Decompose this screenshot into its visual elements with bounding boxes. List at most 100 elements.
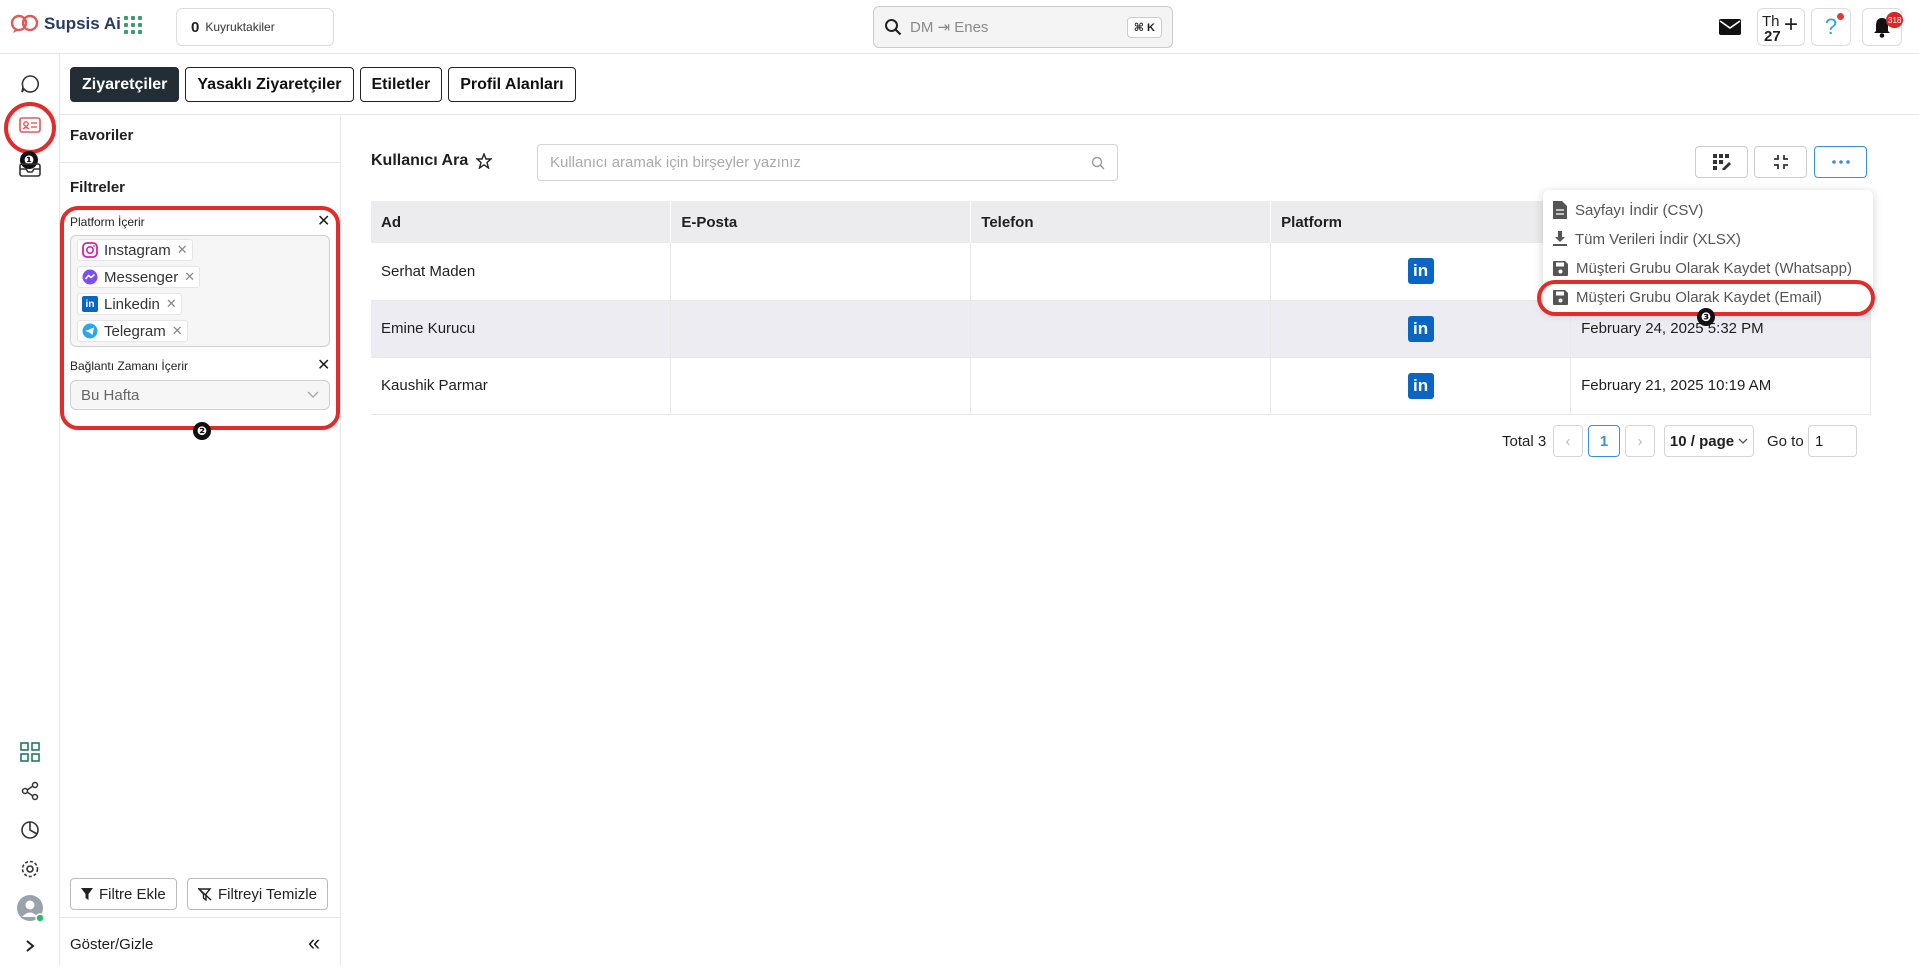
add-filter-button[interactable]: Filtre Ekle (70, 878, 177, 910)
cell-name: Emine Kurucu (371, 300, 672, 358)
filter-panel: Favoriler Filtreler Platform İçerir ✕ In… (60, 115, 341, 965)
nav-share[interactable] (14, 775, 46, 807)
filter-icon (81, 888, 93, 900)
column-header-platform[interactable]: Platform (1270, 201, 1572, 243)
app-logo[interactable]: Supsis Ai (10, 14, 121, 34)
linkedin-icon: in (1407, 258, 1434, 285)
show-hide-toggle[interactable]: Göster/Gizle (70, 936, 153, 953)
compress-icon (1773, 155, 1788, 169)
notifications-button[interactable]: 318 (1862, 8, 1904, 46)
clear-filter-button[interactable]: Filtreyi Temizle (187, 878, 328, 910)
menu-item-download-csv[interactable]: Sayfayı İndir (CSV) (1553, 198, 1703, 222)
queue-label: Kuyruktakiler (205, 20, 275, 34)
next-page-button[interactable]: › (1625, 425, 1655, 457)
menu-item-save-group-whatsapp[interactable]: Müşteri Grubu Olarak Kaydet (Whatsapp) (1553, 256, 1852, 280)
page-size-value: 10 / page (1669, 432, 1735, 450)
table-row[interactable]: Kaushik Parmar in February 21, 2025 10:1… (371, 357, 1871, 415)
column-header-name[interactable]: Ad (371, 201, 672, 243)
cell-phone (970, 357, 1272, 415)
plus-icon: + (1784, 11, 1799, 38)
cell-email (670, 243, 972, 301)
expand-nav-button[interactable] (14, 930, 46, 962)
chat-bubble-icon (21, 75, 39, 93)
page-title: Kullanıcı Ara (371, 152, 469, 169)
app-name: Supsis Ai (44, 14, 121, 33)
gear-icon (21, 860, 39, 878)
nav-inbox[interactable] (14, 151, 46, 183)
cell-date: February 21, 2025 10:19 AM (1570, 357, 1871, 415)
compact-view-button[interactable] (1754, 146, 1807, 178)
menu-item-download-xlsx[interactable]: Tüm Verileri İndir (XLSX) (1553, 227, 1741, 251)
cell-email (670, 300, 972, 358)
step-marker-2: ❷ (193, 422, 211, 440)
step-marker-3: ❸ (1697, 308, 1715, 326)
favorites-heading[interactable]: Favoriler (70, 127, 133, 144)
document-icon (1553, 201, 1567, 219)
nav-reports[interactable] (14, 814, 46, 846)
calendar-add-button[interactable]: Th 27 + (1757, 8, 1805, 46)
search-icon (885, 19, 902, 36)
nav-dashboard[interactable] (14, 736, 46, 768)
cell-platform: in (1270, 243, 1572, 301)
filter-off-icon (198, 887, 212, 901)
cell-name: Serhat Maden (371, 243, 672, 301)
column-header-email[interactable]: E-Posta (670, 201, 972, 243)
mail-button[interactable] (1711, 8, 1749, 46)
queue-count: 0 (191, 18, 200, 36)
menu-item-label: Sayfayı İndir (CSV) (1575, 201, 1704, 219)
calendar-day: Th (1762, 13, 1780, 30)
cell-phone (970, 300, 1272, 358)
cell-platform: in (1270, 357, 1572, 415)
shortcut-badge: ⌘ K (1126, 16, 1162, 38)
cell-email (670, 357, 972, 415)
inbox-icon (19, 163, 41, 177)
user-search-input[interactable] (550, 154, 1050, 171)
linkedin-icon: in (1407, 372, 1434, 399)
tab-tags[interactable]: Etiletler (359, 67, 443, 102)
star-icon[interactable] (476, 153, 493, 169)
calendar-date: 27 (1764, 28, 1781, 45)
linkedin-icon: in (1407, 315, 1434, 342)
prev-page-button[interactable]: ‹ (1553, 425, 1583, 457)
tab-bar: Ziyaretçiler Yasaklı Ziyaretçiler Etilet… (70, 67, 576, 102)
mail-icon (1719, 19, 1741, 35)
chevron-down-icon (1738, 438, 1748, 444)
grid-edit-icon (1712, 154, 1731, 170)
goto-page-input[interactable]: 1 (1808, 425, 1857, 457)
help-button[interactable]: ? (1811, 8, 1851, 46)
queue-counter[interactable]: 0 Kuyruktakiler (176, 8, 334, 46)
collapse-panel-icon[interactable]: « (308, 930, 320, 956)
tab-profile-fields[interactable]: Profil Alanları (448, 67, 576, 102)
dashboard-grid-icon (20, 742, 40, 762)
page-1-button[interactable]: 1 (1588, 425, 1620, 457)
column-settings-button[interactable] (1695, 146, 1748, 178)
user-avatar[interactable] (14, 892, 46, 924)
add-filter-label: Filtre Ekle (99, 885, 166, 903)
cell-phone (970, 243, 1272, 301)
logo-icon (10, 14, 39, 33)
avatar-icon (17, 895, 44, 922)
more-actions-button[interactable] (1814, 146, 1867, 178)
nav-chats[interactable] (14, 68, 46, 100)
menu-item-label: Müşteri Grubu Olarak Kaydet (Whatsapp) (1576, 259, 1852, 277)
filters-heading: Filtreler (70, 179, 126, 196)
left-navigation: ❶ (0, 54, 60, 965)
share-icon (21, 781, 39, 801)
notification-count-badge: 318 (1886, 12, 1904, 28)
tab-visitors[interactable]: Ziyaretçiler (70, 67, 180, 102)
column-header-phone[interactable]: Telefon (970, 201, 1272, 243)
goto-label: Go to (1767, 432, 1804, 450)
command-search[interactable]: DM ⇥ Enes ⌘ K (873, 6, 1173, 48)
user-search-title: Kullanıcı Ara (371, 152, 493, 170)
user-search-box (537, 144, 1118, 181)
nav-settings[interactable] (14, 853, 46, 885)
pagination-total: Total 3 (1502, 432, 1547, 450)
ellipsis-icon (1831, 160, 1850, 164)
page-size-select[interactable]: 10 / page (1664, 425, 1754, 457)
chevron-right-icon (26, 940, 35, 952)
divider (60, 917, 341, 918)
apps-grid-icon[interactable] (124, 16, 142, 34)
top-bar: Supsis Ai 0 Kuyruktakiler DM ⇥ Enes ⌘ K … (0, 0, 1919, 54)
command-search-placeholder: DM ⇥ Enes (910, 19, 989, 36)
tab-banned-visitors[interactable]: Yasaklı Ziyaretçiler (185, 67, 354, 102)
